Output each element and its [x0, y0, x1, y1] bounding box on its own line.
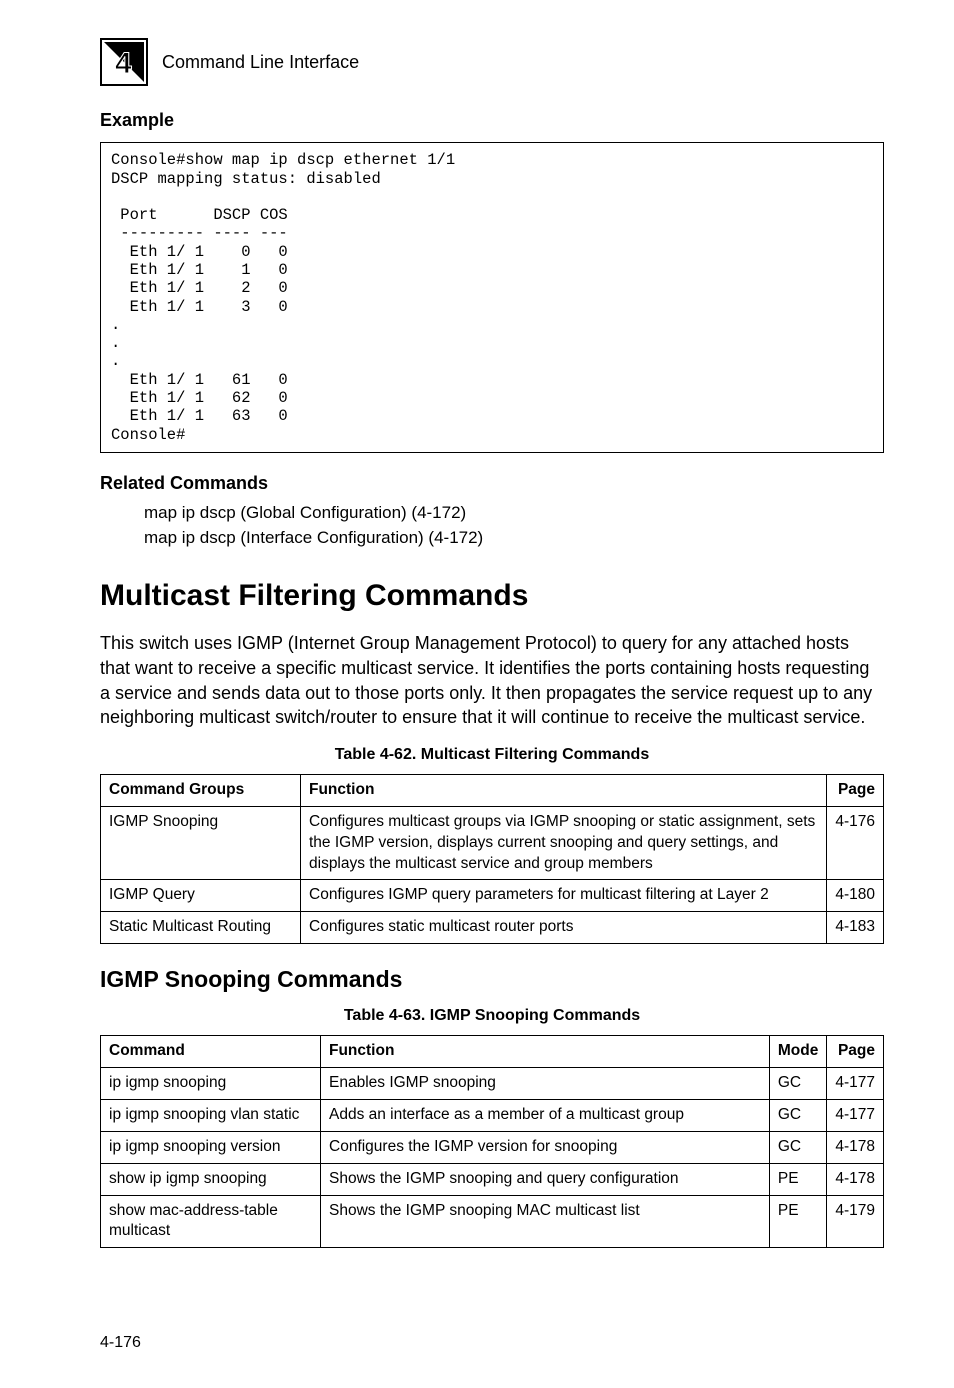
- page-number: 4-176: [100, 1332, 141, 1354]
- cell: PE: [769, 1163, 826, 1195]
- subsection-title: IGMP Snooping Commands: [100, 964, 884, 995]
- cell: Enables IGMP snooping: [321, 1067, 770, 1099]
- example-heading: Example: [100, 108, 884, 132]
- table-row: IGMP Snooping Configures multicast group…: [101, 806, 884, 880]
- table-row: IGMP Query Configures IGMP query paramet…: [101, 880, 884, 912]
- cell: Configures static multicast router ports: [301, 912, 827, 944]
- cell: 4-179: [827, 1195, 884, 1248]
- cell: 4-178: [827, 1163, 884, 1195]
- table-63: Command Function Mode Page ip igmp snoop…: [100, 1035, 884, 1248]
- cell: Shows the IGMP snooping MAC multicast li…: [321, 1195, 770, 1248]
- table-header-row: Command Function Mode Page: [101, 1035, 884, 1067]
- table-row: show ip igmp snooping Shows the IGMP sno…: [101, 1163, 884, 1195]
- table-row: ip igmp snooping Enables IGMP snooping G…: [101, 1067, 884, 1099]
- table-row: Static Multicast Routing Configures stat…: [101, 912, 884, 944]
- table-63-caption: Table 4-63. IGMP Snooping Commands: [100, 1005, 884, 1027]
- cell: IGMP Snooping: [101, 806, 301, 880]
- cell: Shows the IGMP snooping and query config…: [321, 1163, 770, 1195]
- th-mode: Mode: [769, 1035, 826, 1067]
- section-body: This switch uses IGMP (Internet Group Ma…: [100, 631, 884, 730]
- table-header-row: Command Groups Function Page: [101, 774, 884, 806]
- cell: 4-177: [827, 1099, 884, 1131]
- related-line: map ip dscp (Interface Configuration) (4…: [144, 526, 884, 551]
- th-page: Page: [827, 1035, 884, 1067]
- example-code-block: Console#show map ip dscp ethernet 1/1 DS…: [100, 142, 884, 453]
- cell: 4-176: [827, 806, 884, 880]
- chapter-label: Command Line Interface: [162, 50, 359, 74]
- cell: GC: [769, 1099, 826, 1131]
- cell: show ip igmp snooping: [101, 1163, 321, 1195]
- cell: 4-180: [827, 880, 884, 912]
- cell: ip igmp snooping: [101, 1067, 321, 1099]
- th-command-groups: Command Groups: [101, 774, 301, 806]
- cell: Configures multicast groups via IGMP sno…: [301, 806, 827, 880]
- cell: Configures IGMP query parameters for mul…: [301, 880, 827, 912]
- table-row: ip igmp snooping vlan static Adds an int…: [101, 1099, 884, 1131]
- table-62: Command Groups Function Page IGMP Snoopi…: [100, 774, 884, 945]
- cell: GC: [769, 1131, 826, 1163]
- chapter-number-icon: 4 4 4: [100, 38, 148, 86]
- cell: GC: [769, 1067, 826, 1099]
- th-command: Command: [101, 1035, 321, 1067]
- related-heading: Related Commands: [100, 471, 884, 495]
- cell: 4-183: [827, 912, 884, 944]
- cell: Adds an interface as a member of a multi…: [321, 1099, 770, 1131]
- th-function: Function: [301, 774, 827, 806]
- cell: 4-178: [827, 1131, 884, 1163]
- th-page: Page: [827, 774, 884, 806]
- cell: Static Multicast Routing: [101, 912, 301, 944]
- table-62-caption: Table 4-62. Multicast Filtering Commands: [100, 744, 884, 766]
- related-commands: map ip dscp (Global Configuration) (4-17…: [144, 501, 884, 550]
- cell: IGMP Query: [101, 880, 301, 912]
- cell: Configures the IGMP version for snooping: [321, 1131, 770, 1163]
- cell: ip igmp snooping version: [101, 1131, 321, 1163]
- th-function: Function: [321, 1035, 770, 1067]
- chapter-header: 4 4 4 Command Line Interface: [100, 38, 884, 86]
- cell: 4-177: [827, 1067, 884, 1099]
- table-row: ip igmp snooping version Configures the …: [101, 1131, 884, 1163]
- table-row: show mac-address-table multicast Shows t…: [101, 1195, 884, 1248]
- cell: ip igmp snooping vlan static: [101, 1099, 321, 1131]
- section-title: Multicast Filtering Commands: [100, 576, 884, 617]
- cell: show mac-address-table multicast: [101, 1195, 321, 1248]
- related-line: map ip dscp (Global Configuration) (4-17…: [144, 501, 884, 526]
- cell: PE: [769, 1195, 826, 1248]
- svg-text:4: 4: [115, 47, 132, 80]
